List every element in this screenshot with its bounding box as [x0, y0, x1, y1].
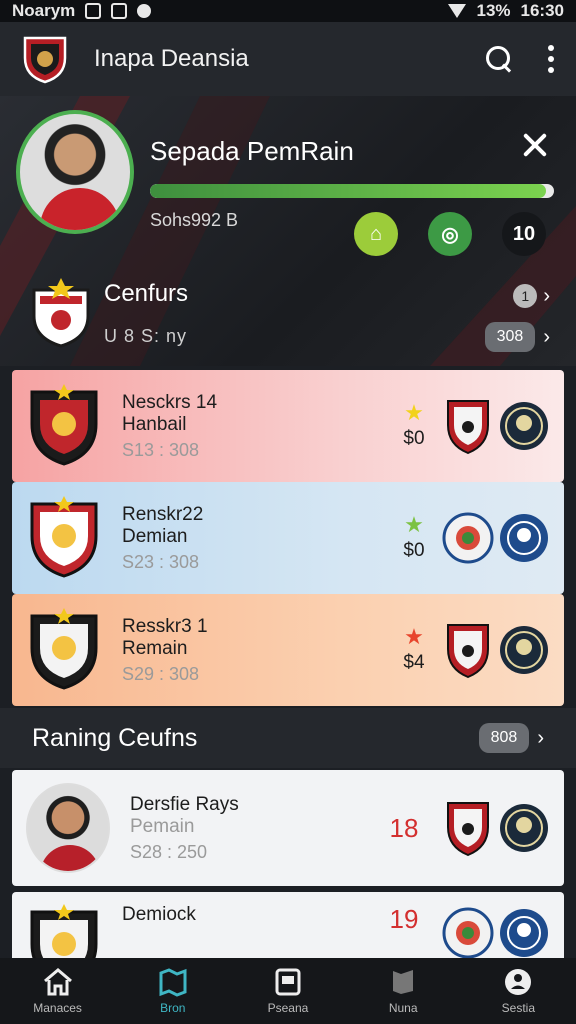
- card-price: $0: [403, 540, 425, 561]
- star-icon: ★: [404, 400, 424, 425]
- ranking-name: Demiock: [122, 904, 196, 925]
- ranking-score: 18: [389, 812, 419, 843]
- nav-item-profile[interactable]: Sestia: [468, 967, 568, 1015]
- club-logo-icon: [498, 799, 550, 857]
- ranking-card[interactable]: Dersfie Rays Pemain S28 : 250 18: [12, 770, 564, 886]
- star-icon: ★: [404, 512, 424, 537]
- ranking-section-header: Raning Ceufns 808 ›: [0, 708, 576, 768]
- star-icon: ★: [404, 624, 424, 649]
- club-subtitle: U 8 S: ny: [104, 326, 188, 346]
- app-logo-crest[interactable]: [22, 34, 68, 84]
- nav-label: Pseana: [267, 1001, 309, 1015]
- nav-label: Nuna: [388, 1001, 418, 1015]
- club-logo-icon: [498, 904, 550, 962]
- club-small-count: 1: [513, 284, 538, 308]
- nav-label: Sestia: [501, 1001, 536, 1015]
- section-count-pill: 808: [478, 723, 530, 753]
- nav-item-card[interactable]: Pseana: [238, 967, 338, 1015]
- bottom-navigation: Manaces Bron Pseana Nuna Sestia: [0, 958, 576, 1024]
- club-crest: [26, 608, 102, 692]
- club-card[interactable]: Resskr3 1 Remain S29 : 308 ★ $4: [12, 594, 564, 706]
- club-logo-icon: [498, 621, 550, 679]
- notification-icon: [85, 3, 102, 19]
- card-price: $0: [403, 428, 425, 449]
- card-number: S23 : 308: [122, 551, 200, 572]
- app-bar: Inapa Deansia: [0, 22, 576, 96]
- club-crest: [26, 496, 102, 580]
- club-title: Cenfurs: [104, 280, 189, 307]
- card-subtitle: Hanbail: [122, 413, 187, 435]
- card-number: S29 : 308: [122, 663, 200, 684]
- section-title: Raning Ceufns: [32, 723, 198, 752]
- flag-icon: [387, 967, 419, 997]
- club-logo-icon: [442, 509, 494, 567]
- club-view-button[interactable]: 308 ›: [484, 322, 550, 352]
- chevron-right-icon: ›: [537, 726, 544, 749]
- section-view-button[interactable]: 808 ›: [478, 723, 544, 753]
- chevron-right-icon: ›: [543, 284, 550, 307]
- level-badge: 10: [502, 212, 546, 256]
- nav-item-home[interactable]: Manaces: [8, 967, 108, 1015]
- wifi-icon: [448, 4, 467, 18]
- card-price: $4: [403, 652, 425, 673]
- club-logo-icon: [498, 509, 550, 567]
- club-crest: [26, 384, 102, 468]
- chat-badge-icon[interactable]: ◎: [428, 212, 472, 256]
- club-logo-icon: [498, 397, 550, 455]
- card-name: Renskr22: [122, 503, 204, 525]
- card-icon: [272, 967, 304, 997]
- player-avatar: [26, 783, 110, 873]
- nav-label: Manaces: [33, 1001, 82, 1015]
- club-small-button[interactable]: 1 ›: [513, 284, 550, 308]
- chevron-right-icon: ›: [543, 325, 550, 348]
- club-logo-icon: [442, 397, 494, 455]
- ranking-name: Dersfie Rays: [130, 793, 239, 815]
- nav-item-flag[interactable]: Nuna: [353, 967, 453, 1015]
- card-subtitle: Demian: [122, 525, 188, 547]
- more-options-icon[interactable]: [548, 45, 554, 73]
- club-count-pill: 308: [484, 322, 536, 352]
- status-bar: Noarym 13% 16:30: [0, 0, 576, 22]
- nav-item-map[interactable]: Bron: [123, 967, 223, 1015]
- card-number: S13 : 308: [122, 439, 200, 460]
- ranking-score: 19: [389, 904, 419, 934]
- player-progress-bar: [150, 184, 554, 198]
- club-crest: [32, 278, 90, 348]
- home-badge-icon[interactable]: ⌂: [354, 212, 398, 256]
- ranking-subtitle: Pemain: [130, 815, 195, 837]
- close-icon[interactable]: [522, 132, 548, 158]
- profile-icon: [502, 967, 534, 997]
- card-subtitle: Remain: [122, 637, 188, 659]
- club-logo-icon: [442, 621, 494, 679]
- app-title: Inapa Deansia: [94, 45, 249, 72]
- home-icon: [42, 967, 74, 997]
- gallery-icon: [111, 3, 128, 19]
- club-card[interactable]: Renskr22 Demian S23 : 308 ★ $0: [12, 482, 564, 594]
- club-logo-icon: [442, 799, 494, 857]
- search-icon[interactable]: [484, 44, 514, 74]
- battery-label: 13%: [476, 1, 511, 20]
- card-name: Resskr3 1: [122, 615, 208, 637]
- clock: 16:30: [520, 1, 564, 20]
- progress-fill: [150, 184, 546, 198]
- ranking-number: S28 : 250: [130, 841, 208, 862]
- card-name: Nesckrs 14: [122, 391, 218, 413]
- player-subtitle: Sohs992 B: [150, 210, 239, 230]
- location-icon: [137, 4, 152, 18]
- player-avatar[interactable]: [16, 110, 134, 234]
- player-name: Sepada PemRain: [150, 136, 354, 166]
- player-hero: Sepada PemRain Sohs992 B ⌂ ◎ 10 Cenfurs …: [0, 96, 576, 366]
- club-card[interactable]: Nesckrs 14 Hanbail S13 : 308 ★ $0: [12, 370, 564, 482]
- club-logo-icon: [442, 904, 494, 962]
- carrier-label: Noarym: [12, 1, 76, 20]
- nav-label: Bron: [160, 1001, 186, 1015]
- map-icon: [157, 967, 189, 997]
